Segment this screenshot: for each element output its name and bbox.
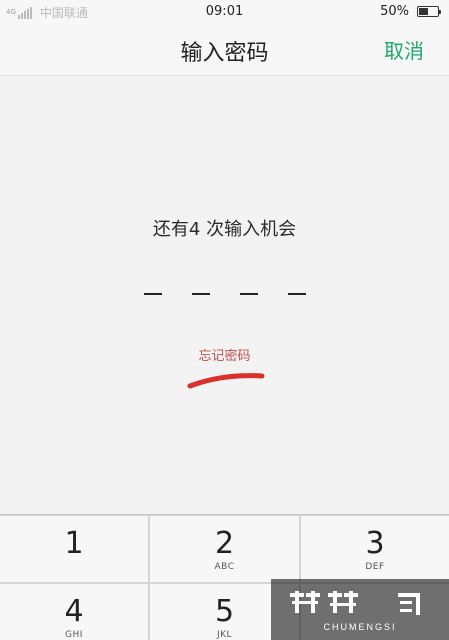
page-title: 输入密码 xyxy=(180,41,269,66)
battery-icon xyxy=(417,6,441,17)
battery-level xyxy=(419,8,428,15)
pin-slot xyxy=(240,293,258,295)
key-4[interactable]: 4 GHI xyxy=(0,584,148,640)
key-letters: GHI xyxy=(65,630,83,640)
battery-percent: 50% xyxy=(380,4,409,19)
key-3[interactable]: 3 DEF xyxy=(301,516,449,582)
key-digit: 1 xyxy=(64,526,84,561)
status-right: 50% xyxy=(380,4,441,19)
key-digit: 2 xyxy=(214,526,235,561)
pin-slot xyxy=(192,293,210,295)
remaining-attempts-text: 还有4 次输入机会 xyxy=(152,219,297,240)
password-entry-panel: 还有4 次输入机会 忘记密码 xyxy=(0,77,449,513)
key-letters: DEF xyxy=(365,562,385,572)
pin-input[interactable] xyxy=(144,293,306,295)
pin-slot xyxy=(288,293,306,295)
forgot-password-link[interactable]: 忘记密码 xyxy=(0,345,449,364)
key-digit: 4 xyxy=(64,594,84,629)
cancel-button[interactable]: 取消 xyxy=(384,35,424,64)
red-underline-annotation xyxy=(187,373,265,389)
pin-slot xyxy=(144,293,162,295)
watermark-subtext: CHUMENGSI xyxy=(323,622,396,632)
key-letters: ABC xyxy=(214,562,235,572)
watermark-logo: CHUMENGSI xyxy=(271,579,449,640)
watermark-mark: CHUMENGSI xyxy=(290,590,420,632)
key-digit: 3 xyxy=(365,526,385,561)
status-bar: 4G 中国联通 09:01 50% xyxy=(0,0,449,24)
nav-bar: 输入密码 取消 xyxy=(0,24,449,76)
key-2[interactable]: 2 ABC xyxy=(150,516,299,582)
key-1[interactable]: 1 xyxy=(0,516,148,582)
